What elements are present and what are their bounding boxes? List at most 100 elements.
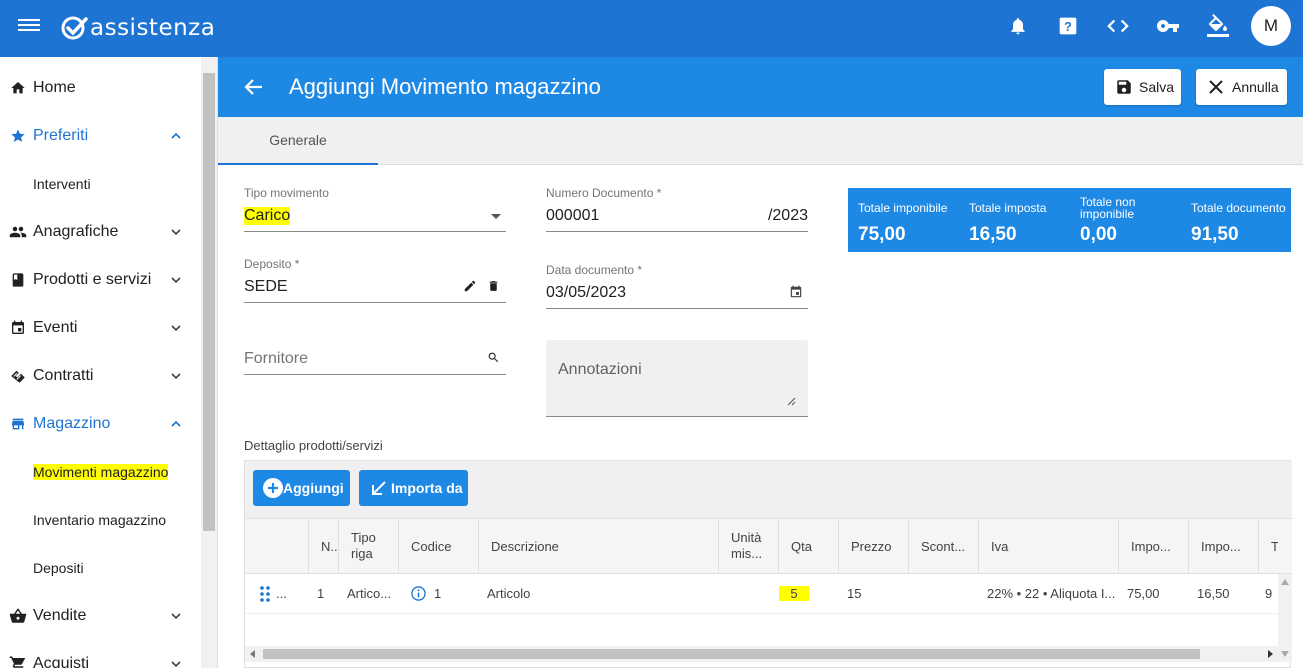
cell-n: 1 [317,586,325,601]
sidebar-item-label: Vendite [33,607,87,624]
table-row[interactable]: ... 1 Artico... 1 Articolo 5 15 22% • 22… [245,574,1292,614]
calendar-icon[interactable] [789,285,803,299]
svg-text:?: ? [1064,20,1072,34]
deposito-field[interactable]: Deposito * SEDE [244,257,506,303]
col-header[interactable]: Qta [779,519,839,573]
save-button[interactable]: Salva [1104,69,1181,105]
numero-documento-field[interactable]: Numero Documento * 000001 /2023 [546,186,808,232]
field-label: Numero Documento * [546,186,662,200]
field-label: Deposito * [244,257,300,271]
scrollbar-thumb[interactable] [203,73,215,531]
field-label: Data documento * [546,263,643,277]
col-header[interactable]: Prezzo [839,519,909,573]
key-icon[interactable] [1156,14,1180,38]
back-arrow-icon[interactable] [244,77,264,97]
menu-icon[interactable] [18,16,40,38]
page-header: Aggiungi Movimento magazzino Salva Annul… [218,57,1303,117]
sidebar-item-interventi[interactable]: Interventi [0,160,200,208]
total-documento: Totale documento 91,50 [1191,195,1297,246]
col-header[interactable]: Scont... [909,519,979,573]
import-button[interactable]: Importa da [359,470,468,506]
scroll-left-icon[interactable] [250,650,256,658]
field-value: SEDE [244,278,288,295]
total-value: 75,00 [858,224,906,245]
resize-handle-icon[interactable] [787,397,796,406]
annotazioni-textarea[interactable]: Annotazioni [546,340,808,417]
add-label: Aggiungi [283,480,344,496]
sidebar-item-magazzino[interactable]: Magazzino [0,400,200,448]
col-drag [245,519,309,573]
save-label: Salva [1139,79,1175,95]
info-icon[interactable] [411,586,426,601]
bell-icon[interactable] [1006,14,1030,38]
sidebar: Home Preferiti Interventi Anagrafiche Pr… [0,57,218,668]
avatar[interactable]: M [1251,6,1291,46]
scroll-down-icon[interactable] [1281,651,1289,657]
paint-bucket-icon[interactable] [1206,14,1230,38]
col-header[interactable]: Descrizione [479,519,719,573]
store-icon [9,415,27,433]
tab-generale[interactable]: Generale [218,117,378,165]
col-header[interactable]: Impo... [1119,519,1189,573]
field-label: Tipo movimento [244,186,329,200]
sidebar-item-inventario-magazzino[interactable]: Inventario magazzino [0,496,200,544]
cancel-button[interactable]: Annulla [1196,69,1287,105]
top-app-bar: assistenza ? M [0,0,1303,57]
code-icon[interactable] [1106,14,1130,38]
vertical-scrollbar[interactable] [1278,574,1292,662]
sidebar-item-preferiti[interactable]: Preferiti [0,112,200,160]
col-header[interactable]: Impo... [1189,519,1259,573]
col-header[interactable]: Unità mis... [719,519,779,573]
cell-descrizione: Articolo [487,586,531,601]
help-icon[interactable]: ? [1056,14,1080,38]
tipo-movimento-select[interactable]: Tipo movimento Carico [244,186,506,232]
cancel-label: Annulla [1232,79,1279,95]
check-circle-icon [61,16,88,40]
sidebar-item-eventi[interactable]: Eventi [0,304,200,352]
sidebar-item-contratti[interactable]: Contratti [0,352,200,400]
drag-more: ... [276,586,287,601]
details-grid: Aggiungi Importa da N... Tipo riga Codic… [244,460,1292,668]
sidebar-item-acquisti[interactable]: Acquisti [0,640,200,668]
col-header[interactable]: T [1259,519,1278,573]
horizontal-scrollbar[interactable] [245,646,1278,662]
add-button[interactable]: Aggiungi [253,470,350,506]
search-icon[interactable] [487,351,500,364]
cell-imponibile: 75,00 [1127,586,1160,601]
delete-icon[interactable] [487,279,500,293]
book-icon [9,271,27,289]
chevron-up-icon [171,132,181,139]
col-header[interactable]: Codice [399,519,479,573]
drag-handle[interactable]: ... [245,574,309,613]
cell-qta: 5 [779,574,839,613]
totals-panel: Totale imponibile 75,00 Totale imposta 1… [848,188,1291,252]
sidebar-item-anagrafiche[interactable]: Anagrafiche [0,208,200,256]
total-label: Totale imponibile [858,201,948,215]
scroll-right-icon[interactable] [1267,650,1273,658]
chevron-down-icon [171,325,181,332]
app-logo[interactable]: assistenza [60,13,215,43]
sidebar-item-home[interactable]: Home [0,64,200,112]
scrollbar-thumb[interactable] [263,649,1200,659]
data-documento-field[interactable]: Data documento * 03/05/2023 [546,263,808,309]
sidebar-item-vendite[interactable]: Vendite [0,592,200,640]
section-label: Dettaglio prodotti/servizi [244,438,383,453]
fornitore-field[interactable]: Fornitore [244,329,506,375]
people-icon [9,223,27,241]
app-name: assistenza [90,15,216,41]
sidebar-item-depositi[interactable]: Depositi [0,544,200,592]
chevron-down-icon [171,373,181,380]
sidebar-item-prodotti[interactable]: Prodotti e servizi [0,256,200,304]
col-header[interactable]: Iva [979,519,1119,573]
edit-icon[interactable] [463,279,477,293]
sidebar-item-label: Contratti [33,367,94,384]
import-label: Importa da [391,480,463,496]
scroll-up-icon[interactable] [1281,579,1289,585]
chevron-down-icon [171,613,181,620]
sidebar-item-label: Prodotti e servizi [33,271,152,288]
chevron-down-icon [171,229,181,236]
sidebar-scrollbar[interactable] [201,57,217,668]
col-header[interactable]: N... [309,519,339,573]
col-header[interactable]: Tipo riga [339,519,399,573]
sidebar-item-movimenti-magazzino[interactable]: Movimenti magazzino [0,448,200,496]
